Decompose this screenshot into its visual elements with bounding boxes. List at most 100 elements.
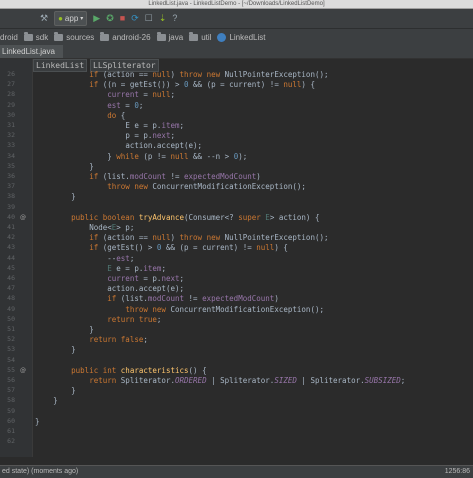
- code-text: }: [71, 192, 76, 202]
- window-title-bar: LinkedList.java - LinkedListDemo - [~/Do…: [0, 0, 473, 9]
- code-text: do {: [107, 110, 126, 120]
- code-line: 58 }: [0, 396, 473, 405]
- code-line: 30 do {: [0, 111, 473, 120]
- nav-crumb-sdk[interactable]: sdk: [23, 31, 48, 42]
- code-line: 29 est = 0;: [0, 101, 473, 110]
- code-text: }: [53, 396, 58, 406]
- code-line: 53 }: [0, 345, 473, 354]
- line-number: 59: [7, 406, 15, 415]
- android-icon: ●: [58, 14, 63, 23]
- line-number: 53: [7, 345, 15, 354]
- code-line: 41 Node<E> p;: [0, 223, 473, 232]
- code-text: if (list.modCount != expectedModCount): [89, 172, 261, 181]
- line-number: 26: [7, 70, 15, 78]
- code-text: --est;: [107, 253, 135, 263]
- run-configuration-select[interactable]: ● app ▾: [54, 11, 88, 26]
- line-number: 45: [7, 263, 15, 272]
- code-line: 43 if (getEst() > 0 && (p = current) != …: [0, 243, 473, 252]
- nav-crumb-sources[interactable]: sources: [54, 31, 94, 42]
- code-text: if (list.modCount != expectedModCount): [107, 294, 279, 304]
- line-number: 55: [7, 365, 15, 374]
- code-line: 52 return false;: [0, 335, 473, 344]
- code-text: E e = p.item;: [125, 121, 185, 130]
- code-line: 40 @ public boolean tryAdvance(Consumer<?…: [0, 213, 473, 222]
- code-text: }: [71, 345, 76, 355]
- code-line: 32 p = p.next;: [0, 131, 473, 140]
- line-number: 60: [7, 416, 15, 425]
- nav-crumb-droid[interactable]: droid: [0, 33, 18, 42]
- status-message: ed state) (moments ago): [2, 468, 79, 475]
- code-line: 34 } while (p != null && --n > 0);: [0, 152, 473, 161]
- debug-icon[interactable]: ✪: [106, 9, 114, 28]
- line-number: 51: [7, 325, 15, 333]
- class-icon: [217, 32, 227, 42]
- line-number: 52: [7, 335, 15, 344]
- folder-icon: [156, 31, 166, 41]
- line-number: 50: [7, 314, 15, 323]
- code-line: 35 }: [0, 162, 473, 171]
- code-line: 48 if (list.modCount != expectedModCount…: [0, 294, 473, 303]
- folder-icon: [54, 31, 64, 41]
- nav-crumb-java[interactable]: java: [156, 31, 183, 42]
- sdk-icon[interactable]: ⇣: [159, 9, 167, 28]
- code-text: est = 0;: [107, 100, 144, 110]
- line-number: 58: [7, 396, 15, 405]
- code-line: 31 E e = p.item;: [0, 121, 473, 130]
- nav-crumb-util[interactable]: util: [189, 31, 211, 42]
- override-icon[interactable]: @: [20, 213, 26, 222]
- code-text: throw new ConcurrentModificationExceptio…: [125, 304, 324, 314]
- line-number: 54: [7, 355, 15, 364]
- code-line: 45 E e = p.item;: [0, 264, 473, 273]
- code-text: }: [35, 416, 40, 426]
- main-toolbar: ⚒ ● app ▾ ▶ ✪ ■ ⟳ ☐ ⇣ ?: [0, 9, 473, 28]
- override-icon[interactable]: @: [20, 366, 26, 375]
- code-line: 57 }: [0, 386, 473, 395]
- code-line: 61: [0, 427, 473, 436]
- code-text: current = null;: [107, 90, 175, 100]
- code-line: 62: [0, 437, 473, 446]
- avd-icon[interactable]: ☐: [145, 9, 153, 28]
- code-text: if (action == null) throw new NullPointe…: [89, 70, 329, 79]
- line-number: 47: [7, 284, 15, 293]
- line-number: 33: [7, 141, 15, 150]
- code-line: 38 }: [0, 192, 473, 201]
- nav-crumb-android-26[interactable]: android-26: [100, 31, 151, 42]
- line-number: 40: [7, 212, 15, 221]
- line-number: 28: [7, 90, 15, 99]
- line-number: 46: [7, 274, 15, 282]
- code-line: 39: [0, 203, 473, 212]
- code-text: current = p.next;: [107, 274, 185, 283]
- code-line: 54: [0, 356, 473, 365]
- sync-icon[interactable]: ⟳: [131, 9, 139, 28]
- run-icon[interactable]: ▶: [93, 9, 100, 28]
- code-line: 51 }: [0, 325, 473, 334]
- code-text: return true;: [107, 314, 162, 324]
- code-line: 59: [0, 407, 473, 416]
- code-text: }: [71, 386, 76, 396]
- code-text: return false;: [89, 335, 148, 345]
- line-number: 39: [7, 202, 15, 211]
- code-line: 44 --est;: [0, 254, 473, 263]
- line-number: 31: [7, 121, 15, 129]
- chevron-down-icon: ▾: [80, 16, 84, 22]
- code-text: } while (p != null && --n > 0);: [107, 151, 248, 161]
- line-number: 48: [7, 294, 15, 303]
- code-text: public int characteristics() {: [71, 365, 207, 375]
- code-line: 60}: [0, 417, 473, 426]
- code-line: 37 throw new ConcurrentModificationExcep…: [0, 182, 473, 191]
- nav-crumb-linkedlist[interactable]: LinkedList: [217, 32, 265, 42]
- code-line: 33 action.accept(e);: [0, 141, 473, 150]
- stop-icon[interactable]: ■: [120, 9, 125, 28]
- line-number: 34: [7, 151, 15, 160]
- run-configuration-label: app: [64, 14, 79, 23]
- help-icon[interactable]: ?: [172, 9, 177, 28]
- hammer-icon[interactable]: ⚒: [40, 9, 48, 28]
- code-line: 55 @ public int characteristics() {: [0, 366, 473, 375]
- caret-position[interactable]: 1256:86: [445, 466, 470, 478]
- code-text: return Spliterator.ORDERED | Spliterator…: [89, 376, 406, 385]
- code-line: 28 current = null;: [0, 90, 473, 99]
- tab-linkedlist-java[interactable]: LinkedList.java: [0, 45, 63, 58]
- code-text: public boolean tryAdvance(Consumer<? sup…: [71, 212, 320, 222]
- editor-tabs: LinkedList.java: [0, 45, 473, 59]
- line-number: 27: [7, 80, 15, 89]
